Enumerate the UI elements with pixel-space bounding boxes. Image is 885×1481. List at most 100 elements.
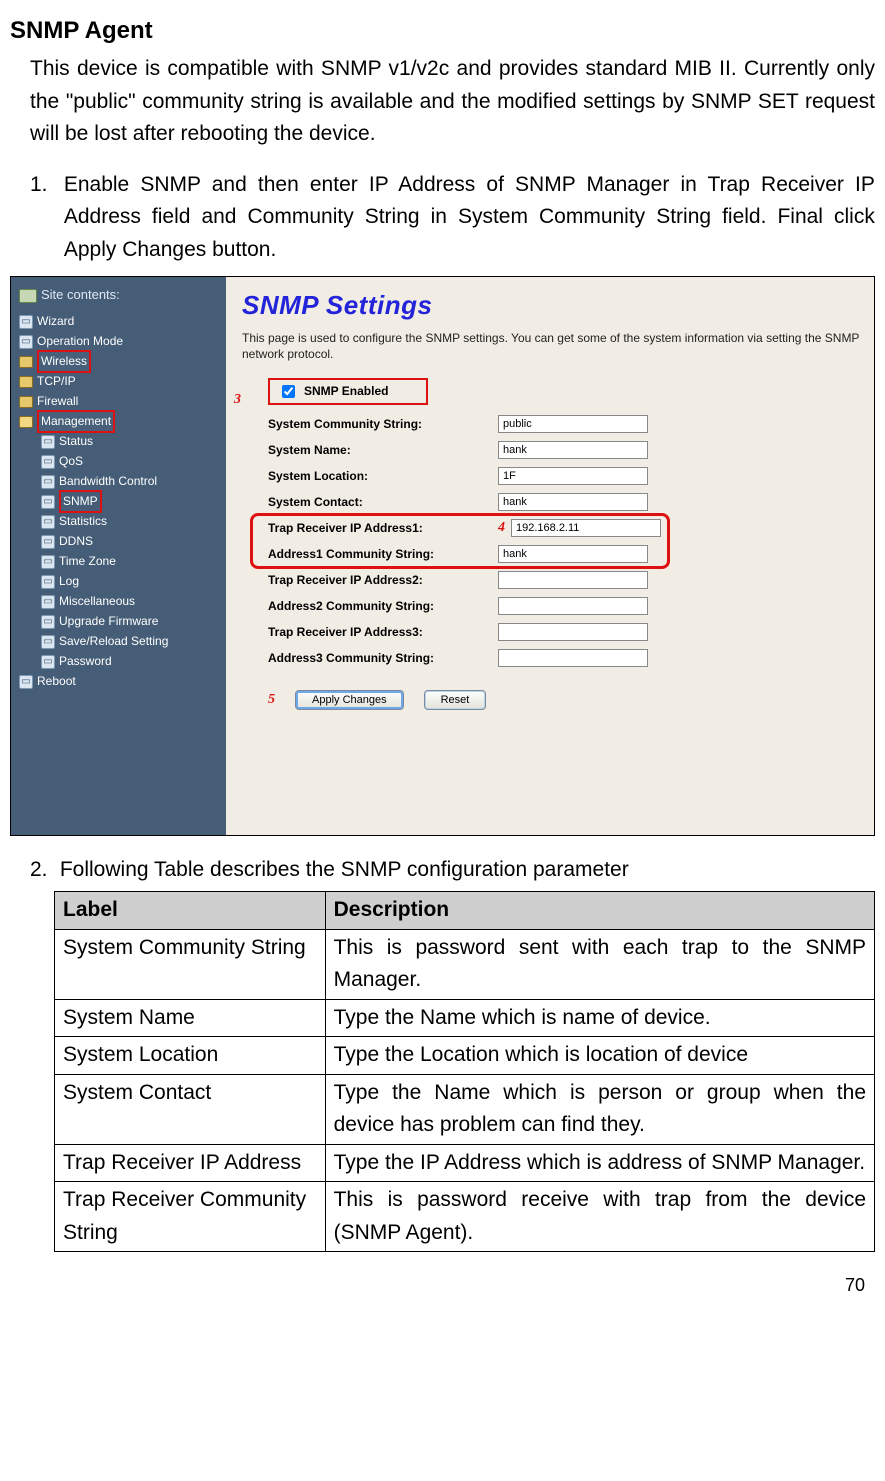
system-location-input[interactable] <box>498 467 648 485</box>
nav-label: Bandwidth Control <box>59 472 157 491</box>
nav-item-wireless[interactable]: Wireless <box>11 352 226 372</box>
nav-item-save-reload[interactable]: ▭ Save/Reload Setting <box>11 632 226 652</box>
folder-icon <box>19 356 33 368</box>
nav-item-password[interactable]: ▭ Password <box>11 652 226 672</box>
callout-5: 5 <box>268 689 275 711</box>
doc-icon: ▭ <box>41 475 55 489</box>
nav-label: QoS <box>59 452 83 471</box>
folder-icon <box>19 376 33 388</box>
nav-item-upgrade[interactable]: ▭ Upgrade Firmware <box>11 612 226 632</box>
trap2-ip-input[interactable] <box>498 571 648 589</box>
field-label: Trap Receiver IP Address2: <box>268 571 498 590</box>
apply-changes-button[interactable]: Apply Changes <box>295 690 404 710</box>
cell-desc: Type the Name which is person or group w… <box>325 1074 874 1144</box>
row-location: System Location: <box>242 463 864 489</box>
row-trap1-comm: Address1 Community String: <box>242 541 864 567</box>
row-trap2-comm: Address2 Community String: <box>242 593 864 619</box>
nav-item-tcpip[interactable]: TCP/IP <box>11 372 226 392</box>
nav-label: Wireless <box>37 350 91 373</box>
nav-label: Reboot <box>37 672 76 691</box>
trap1-community-input[interactable] <box>498 545 648 563</box>
system-name-input[interactable] <box>498 441 648 459</box>
field-label: Address2 Community String: <box>268 597 498 616</box>
screenshot-frame: Site contents: ▭ Wizard ▭Operation Mode W… <box>10 276 875 836</box>
nav-label: SNMP <box>59 490 102 513</box>
cell-label: System Name <box>55 999 326 1037</box>
nav-item-ddns[interactable]: ▭DDNS <box>11 532 226 552</box>
doc-icon: ▭ <box>19 315 33 329</box>
cell-label: Trap Receiver IP Address <box>55 1144 326 1182</box>
nav-item-statistics[interactable]: ▭ Statistics <box>11 512 226 532</box>
nav-label: Time Zone <box>59 552 116 571</box>
nav-item-log[interactable]: ▭Log <box>11 572 226 592</box>
nav-label: Wizard <box>37 312 74 331</box>
doc-icon: ▭ <box>41 515 55 529</box>
nav-tree: ▭Wizard ▭Operation Mode Wireless TCP/IP … <box>11 312 226 692</box>
row-trap3: Trap Receiver IP Address3: <box>242 619 864 645</box>
nav-item-status[interactable]: ▭Status <box>11 432 226 452</box>
nav-label: Upgrade Firmware <box>59 612 158 631</box>
doc-icon: ▭ <box>41 455 55 469</box>
nav-item-management[interactable]: Management <box>11 412 226 432</box>
reset-button[interactable]: Reset <box>424 690 487 710</box>
snmp-enabled-row: SNMP Enabled <box>268 378 428 405</box>
step-2: 2. Following Table describes the SNMP co… <box>30 854 875 887</box>
field-label: Address3 Community String: <box>268 649 498 668</box>
nav-item-timezone[interactable]: ▭Time Zone <box>11 552 226 572</box>
nav-item-operation-mode[interactable]: ▭Operation Mode <box>11 332 226 352</box>
header-label: Label <box>55 892 326 930</box>
step-1: 1. Enable SNMP and then enter IP Address… <box>30 169 875 267</box>
sidebar-title-text: Site contents: <box>41 285 120 305</box>
folder-open-icon <box>19 416 33 428</box>
cell-label: System Location <box>55 1037 326 1075</box>
nav-label: Management <box>37 410 115 433</box>
content-pane: SNMP Settings This page is used to confi… <box>226 277 874 835</box>
row-community: System Community String: <box>242 411 864 437</box>
trap1-ip-input[interactable] <box>511 519 661 537</box>
trap3-ip-input[interactable] <box>498 623 648 641</box>
nav-item-snmp[interactable]: ▭SNMP <box>11 492 226 512</box>
field-label: System Name: <box>268 441 498 460</box>
doc-icon: ▭ <box>41 635 55 649</box>
nav-label: Password <box>59 652 112 671</box>
system-contact-input[interactable] <box>498 493 648 511</box>
nav-label: Firewall <box>37 392 78 411</box>
folder-icon <box>19 396 33 408</box>
header-description: Description <box>325 892 874 930</box>
nav-label: Statistics <box>59 512 107 531</box>
field-label: System Contact: <box>268 493 498 512</box>
cell-desc: Type the Name which is name of device. <box>325 999 874 1037</box>
nav-item-misc[interactable]: ▭ Miscellaneous <box>11 592 226 612</box>
nav-item-qos[interactable]: ▭ QoS <box>11 452 226 472</box>
doc-icon: ▭ <box>41 655 55 669</box>
cell-desc: Type the IP Address which is address of … <box>325 1144 874 1182</box>
nav-label: Save/Reload Setting <box>59 632 168 651</box>
trap2-community-input[interactable] <box>498 597 648 615</box>
cell-label: Trap Receiver Community String <box>55 1182 326 1252</box>
cell-desc: This is password receive with trap from … <box>325 1182 874 1252</box>
field-label: System Location: <box>268 467 498 486</box>
doc-icon: ▭ <box>41 595 55 609</box>
trap3-community-input[interactable] <box>498 649 648 667</box>
button-row: 5 Apply Changes Reset <box>242 689 864 711</box>
doc-icon: ▭ <box>41 615 55 629</box>
nav-item-firewall[interactable]: Firewall <box>11 392 226 412</box>
step-2-number: 2. <box>30 854 54 887</box>
row-trap1: Trap Receiver IP Address1: 4 <box>242 515 864 541</box>
callout-4: 4 <box>498 517 505 539</box>
nav-label: Status <box>59 432 93 451</box>
intro-paragraph: This device is compatible with SNMP v1/v… <box>30 53 875 151</box>
page-description: This page is used to configure the SNMP … <box>242 330 864 362</box>
table-row: Trap Receiver Community StringThis is pa… <box>55 1182 875 1252</box>
sidebar-title: Site contents: <box>11 281 226 311</box>
callout-3: 3 <box>234 389 241 411</box>
nav-label: Miscellaneous <box>59 592 135 611</box>
device-icon <box>19 289 37 303</box>
nav-item-wizard[interactable]: ▭ Wizard <box>11 312 226 332</box>
system-community-input[interactable] <box>498 415 648 433</box>
snmp-enabled-checkbox[interactable] <box>282 385 295 398</box>
field-label: System Community String: <box>268 415 498 434</box>
nav-item-bandwidth[interactable]: ▭ Bandwidth Control <box>11 472 226 492</box>
nav-item-reboot[interactable]: ▭Reboot <box>11 672 226 692</box>
doc-icon: ▭ <box>19 335 33 349</box>
